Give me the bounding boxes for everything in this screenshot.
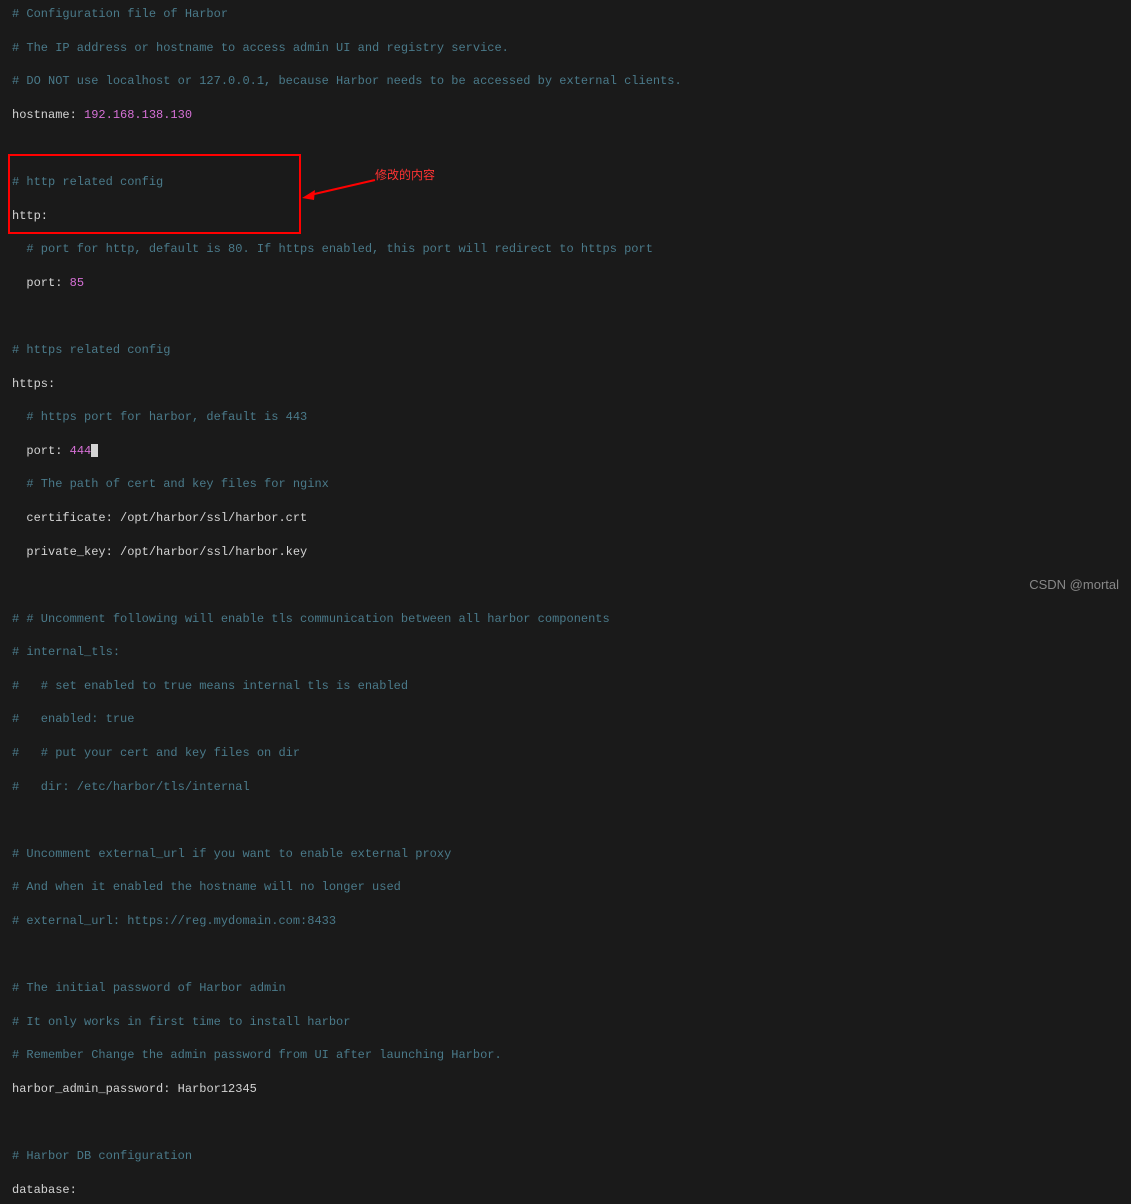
yaml-key-private-key: private_key: — [12, 545, 113, 559]
yaml-key-https-port: port: — [12, 444, 62, 458]
comment-line: # Remember Change the admin password fro… — [12, 1048, 502, 1062]
annotation-text: 修改的内容 — [375, 168, 435, 185]
yaml-value: 85 — [62, 276, 84, 290]
comment-line: # dir: /etc/harbor/tls/internal — [12, 780, 250, 794]
comment-line: # And when it enabled the hostname will … — [12, 880, 401, 894]
yaml-value: 444 — [62, 444, 91, 458]
comment-line: # Uncomment external_url if you want to … — [12, 847, 451, 861]
comment-line: # port for http, default is 80. If https… — [12, 242, 653, 256]
comment-line: # # put your cert and key files on dir — [12, 746, 300, 760]
comment-line: # external_url: https://reg.mydomain.com… — [12, 914, 336, 928]
yaml-value: /opt/harbor/ssl/harbor.crt — [113, 511, 307, 525]
comment-line: # enabled: true — [12, 712, 134, 726]
yaml-key-hostname: hostname: — [12, 108, 77, 122]
yaml-value: 192.168.138.130 — [77, 108, 192, 122]
yaml-value: /opt/harbor/ssl/harbor.key — [113, 545, 307, 559]
comment-line: # internal_tls: — [12, 645, 120, 659]
comment-line: # It only works in first time to install… — [12, 1015, 350, 1029]
yaml-key-admin-password: harbor_admin_password: — [12, 1082, 170, 1096]
comment-line: # Harbor DB configuration — [12, 1149, 192, 1163]
comment-line: # DO NOT use localhost or 127.0.0.1, bec… — [12, 74, 682, 88]
yaml-key-https: https: — [12, 377, 55, 391]
cursor-icon — [91, 444, 98, 457]
comment-line: # The IP address or hostname to access a… — [12, 41, 509, 55]
comment-line: # Configuration file of Harbor — [12, 7, 228, 21]
comment-line: # https port for harbor, default is 443 — [12, 410, 307, 424]
yaml-key-port: port: — [12, 276, 62, 290]
comment-line: # # set enabled to true means internal t… — [12, 679, 408, 693]
comment-line: # The initial password of Harbor admin — [12, 981, 286, 995]
comment-line: # https related config — [12, 343, 170, 357]
comment-line: # # Uncomment following will enable tls … — [12, 612, 610, 626]
terminal-editor[interactable]: # Configuration file of Harbor # The IP … — [12, 6, 1119, 1204]
arrow-icon — [300, 170, 380, 200]
watermark: CSDN @mortal — [1029, 576, 1119, 594]
yaml-key-database: database: — [12, 1183, 77, 1197]
yaml-key-http: http: — [12, 209, 48, 223]
yaml-key-certificate: certificate: — [12, 511, 113, 525]
comment-line: # http related config — [12, 175, 163, 189]
comment-line: # The path of cert and key files for ngi… — [12, 477, 329, 491]
yaml-value: Harbor12345 — [170, 1082, 256, 1096]
